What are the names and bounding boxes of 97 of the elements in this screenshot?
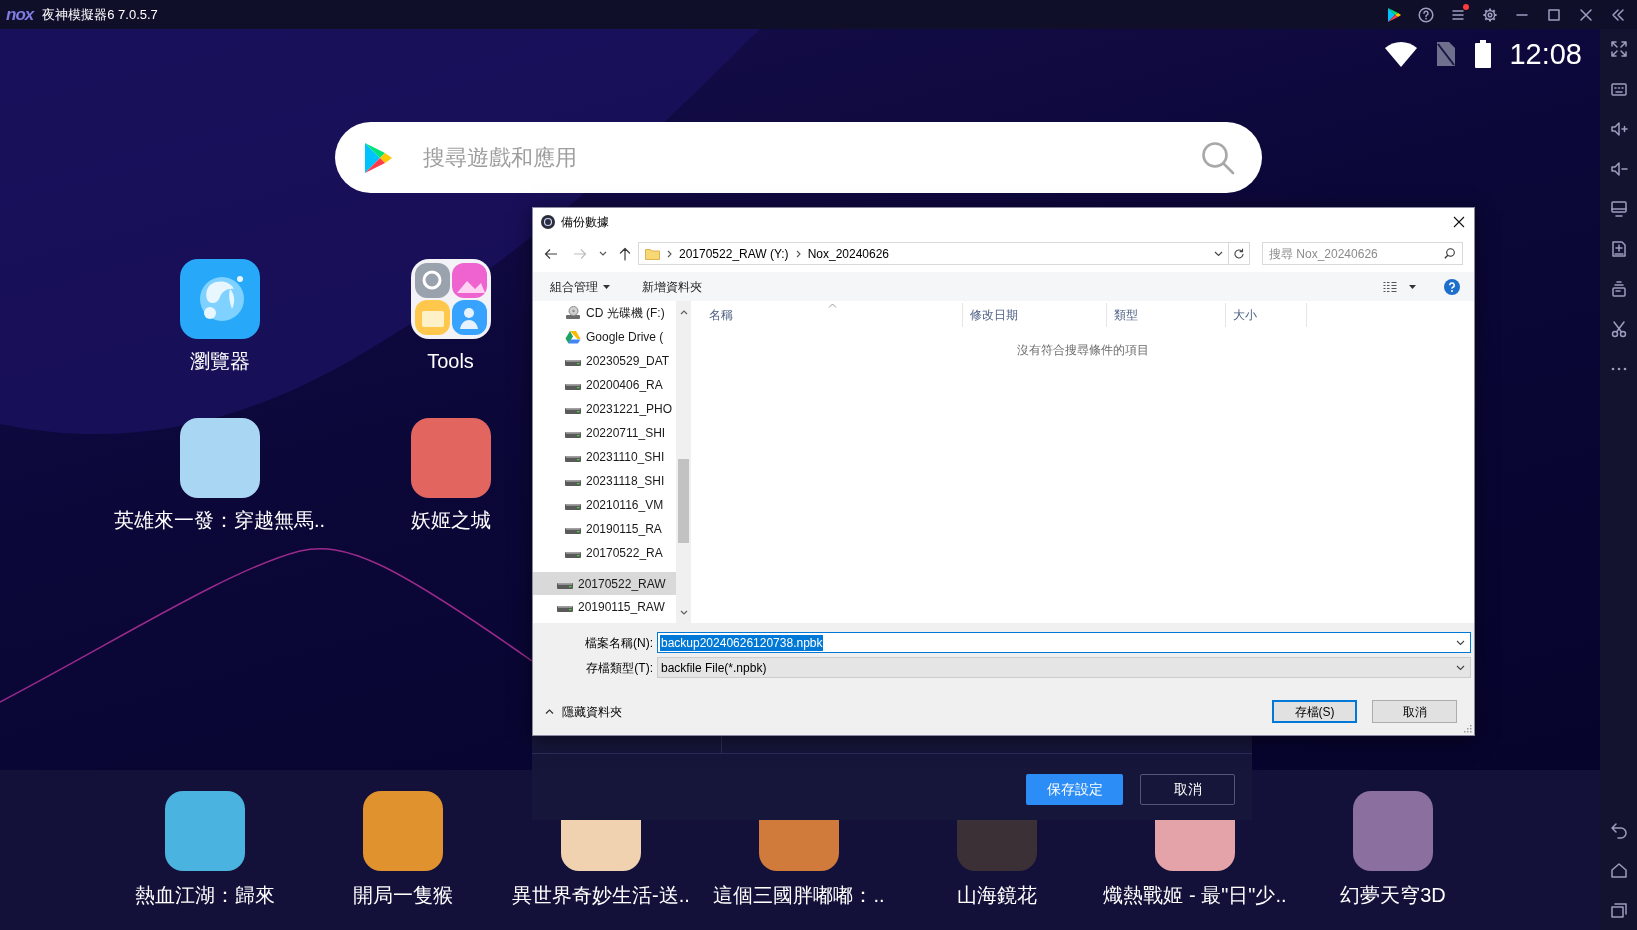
app-label: Tools — [427, 349, 474, 373]
volume-up-icon[interactable] — [1609, 120, 1628, 138]
no-sim-icon — [1435, 40, 1458, 68]
app-label: 異世界奇妙生活-送.. — [512, 883, 690, 907]
save-button[interactable]: 存檔(S) — [1272, 700, 1357, 723]
chevron-icon — [667, 249, 672, 258]
drive-icon — [565, 480, 581, 486]
view-options-icon[interactable] — [1383, 280, 1397, 293]
save-as-type-label: 存檔類型(T): — [586, 659, 653, 677]
back-arrow-icon[interactable] — [544, 246, 558, 261]
drive-icon — [565, 360, 581, 366]
drive-icon — [565, 384, 581, 390]
tools-folder-icon[interactable] — [410, 259, 491, 339]
maximize-icon[interactable] — [1546, 6, 1562, 23]
status-time: 12:08 — [1509, 39, 1582, 69]
search-field[interactable]: 搜尋 Nox_20240626 — [1262, 242, 1463, 265]
scrollbar-thumb[interactable] — [678, 459, 689, 543]
cd-drive-icon — [565, 306, 581, 320]
app-label: 開局一隻猴 — [353, 883, 453, 907]
drive-icon — [565, 504, 581, 510]
cancel-button[interactable]: 取消 — [1372, 700, 1457, 723]
empty-message: 沒有符合搜尋條件的項目 — [1016, 342, 1149, 359]
app-icon — [541, 214, 555, 229]
app-label: 山海鏡花 — [957, 883, 1037, 907]
cloud-drive-icon — [565, 330, 581, 344]
stack-icon[interactable] — [1609, 280, 1628, 298]
app-label: 瀏覽器 — [189, 349, 250, 373]
tree-item[interactable]: 20170522_RAW — [533, 572, 676, 595]
scroll-up-icon[interactable] — [679, 310, 688, 315]
up-arrow-icon[interactable] — [618, 246, 632, 261]
app-label: 英雄來一發：穿越無馬.. — [113, 508, 326, 532]
breadcrumb-item[interactable]: Nox_20240626 — [807, 244, 890, 263]
back-icon[interactable] — [1609, 821, 1628, 839]
monitor-icon[interactable] — [1609, 200, 1628, 218]
search-icon[interactable] — [1444, 248, 1455, 259]
column-header[interactable]: 類型 — [1107, 303, 1226, 327]
chevron-up-icon — [545, 709, 554, 714]
column-header[interactable]: 大小 — [1226, 303, 1307, 327]
help-icon[interactable] — [1444, 278, 1460, 295]
drive-icon — [565, 552, 581, 558]
file-name-label: 檔案名稱(N): — [585, 634, 653, 652]
close-icon[interactable] — [1453, 215, 1465, 228]
column-header[interactable]: 名稱 — [691, 303, 963, 327]
game-app-icon[interactable] — [165, 791, 245, 871]
drive-icon — [565, 456, 581, 462]
dropdown-caret-icon[interactable] — [1456, 639, 1465, 646]
app-logo: nox — [6, 6, 34, 23]
caret-icon[interactable] — [599, 251, 607, 256]
drive-icon — [557, 605, 573, 612]
caret-icon — [603, 284, 610, 289]
drive-icon — [565, 408, 581, 414]
window-title: 夜神模擬器6 7.0.5.7 — [42, 5, 158, 24]
fullscreen-icon[interactable] — [1609, 40, 1628, 58]
file-name-field[interactable]: backup20240626120738.npbk — [657, 632, 1471, 653]
game-app-icon[interactable] — [179, 418, 260, 498]
dialog-title: 備份數據 — [561, 213, 609, 231]
address-bar[interactable]: 20170522_RAW (Y:) Nox_20240626 — [638, 242, 1250, 265]
scissors-icon[interactable] — [1609, 320, 1628, 338]
home-icon[interactable] — [1609, 861, 1628, 879]
save-as-type-dropdown[interactable]: backfile File(*.npbk) — [657, 657, 1471, 678]
caret-icon[interactable] — [1409, 284, 1416, 289]
wifi-icon — [1384, 41, 1419, 67]
scroll-down-icon[interactable] — [679, 610, 688, 615]
folder-icon — [645, 247, 660, 260]
toolbar-button[interactable]: 組合管理 — [550, 277, 610, 296]
settings-icon[interactable] — [1482, 6, 1498, 23]
game-app-icon[interactable] — [410, 418, 491, 498]
game-app-icon[interactable] — [363, 791, 443, 871]
browser-app-icon[interactable] — [179, 259, 260, 339]
battery-icon — [1474, 40, 1493, 68]
close-icon[interactable] — [1578, 6, 1594, 23]
app-label: 熾熱戰姬 - 最"日"少.. — [1103, 883, 1287, 907]
app-label: 幻夢天穹3D — [1340, 883, 1446, 907]
play-store-icon — [363, 141, 393, 174]
recent-apps-icon[interactable] — [1609, 901, 1628, 919]
app-label: 熱血江湖：歸來 — [135, 883, 275, 907]
drive-icon — [565, 528, 581, 534]
double-chevron-icon[interactable] — [1610, 6, 1626, 23]
app-label: 妖姬之城 — [410, 508, 491, 532]
chevron-icon — [795, 249, 801, 258]
column-header[interactable]: 修改日期 — [963, 303, 1107, 327]
keyboard-icon[interactable] — [1609, 80, 1628, 98]
refresh-icon[interactable] — [1233, 247, 1245, 260]
app-label: 這個三國胖嘟嘟：.. — [713, 883, 885, 907]
play-icon[interactable] — [1386, 6, 1402, 23]
toolbar-button[interactable]: 新增資料夾 — [642, 277, 702, 296]
dropdown-caret-icon — [1456, 664, 1465, 671]
dropdown-caret-icon[interactable] — [1214, 250, 1223, 257]
drive-icon — [557, 582, 573, 589]
breadcrumb-item[interactable]: 20170522_RAW (Y:) — [679, 244, 789, 263]
drive-icon — [565, 432, 581, 438]
add-document-icon[interactable] — [1609, 240, 1628, 258]
hide-folders-button[interactable]: 隱藏資料夾 — [545, 702, 622, 721]
cancel-button[interactable]: 取消 — [1140, 774, 1235, 805]
volume-down-icon[interactable] — [1609, 160, 1628, 178]
resize-grip-icon[interactable] — [1463, 724, 1472, 733]
help-icon[interactable] — [1418, 6, 1434, 23]
